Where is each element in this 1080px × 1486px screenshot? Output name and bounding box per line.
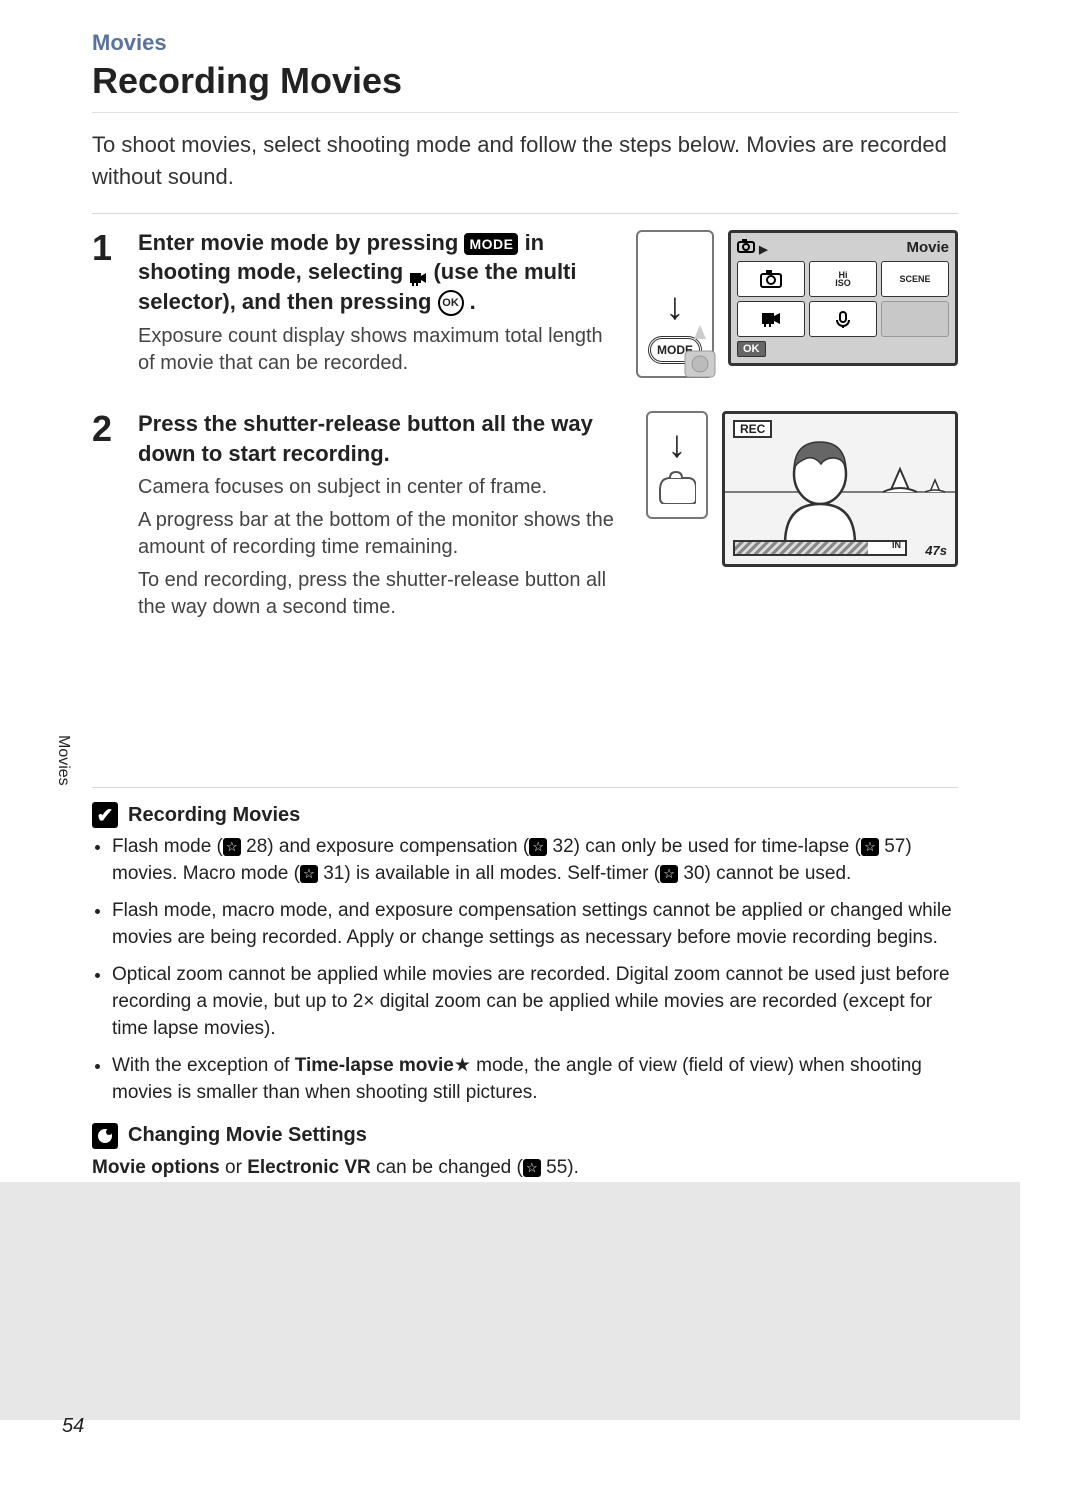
settings-header: Changing Movie Settings	[92, 1123, 958, 1149]
remaining-time: 47s	[925, 543, 947, 558]
breadcrumb: Movies	[92, 30, 958, 56]
camera-silhouette-icon	[681, 323, 719, 383]
down-arrow-icon: ↓	[666, 288, 685, 326]
bold-term: Electronic VR	[247, 1157, 371, 1178]
movie-icon	[409, 265, 427, 283]
ref: 55	[546, 1157, 567, 1178]
ref: 30	[683, 863, 704, 884]
ref: 32	[553, 836, 574, 857]
text: or	[220, 1157, 247, 1178]
text: Flash mode (	[112, 836, 223, 857]
bold-term: Movie options	[92, 1157, 220, 1178]
mode-cell: SCENE	[881, 261, 949, 297]
bold-term: Time-lapse movie	[295, 1055, 454, 1076]
text: ) cannot be used.	[705, 863, 852, 884]
step-number: 2	[92, 409, 120, 627]
page-ref-icon: ☆	[523, 1159, 541, 1177]
side-tab-label: Movies	[54, 735, 72, 786]
text: can be changed (	[371, 1157, 523, 1178]
step-2-title: Press the shutter-release button all the…	[138, 409, 628, 468]
text: Camera focuses on subject in center of f…	[138, 474, 628, 501]
notes-header: ✔ Recording Movies	[92, 802, 958, 828]
page-ref-icon: ☆	[529, 838, 547, 856]
lcd-screen-figure: ▶ Movie HiISO SCENE	[728, 230, 958, 366]
ok-icon: OK	[438, 290, 464, 316]
screen-mode-label: Movie	[906, 239, 949, 256]
down-arrow-icon: ↓	[668, 426, 687, 464]
check-icon: ✔	[92, 802, 118, 828]
text: ) and exposure compensation (	[267, 836, 529, 857]
settings-title: Changing Movie Settings	[128, 1124, 367, 1147]
recording-screen-figure: REC IN	[722, 411, 958, 567]
page-ref-icon: ☆	[861, 838, 879, 856]
camera-icon: ▶	[737, 239, 768, 257]
step-1-desc: Exposure count display shows maximum tot…	[138, 323, 618, 377]
notes-section: ✔ Recording Movies Flash mode (☆ 28) and…	[92, 787, 958, 1181]
finger-icon	[658, 470, 696, 504]
step-1: 1 Enter movie mode by pressing MODE in s…	[92, 228, 958, 383]
mode-cell: HiISO	[809, 261, 877, 297]
mode-icon: MODE	[464, 233, 518, 256]
progress-bar: IN	[733, 540, 907, 556]
page-title: Recording Movies	[92, 60, 958, 102]
settings-text: Movie options or Electronic VR can be ch…	[92, 1155, 958, 1182]
text: ) can only be used for time-lapse (	[574, 836, 861, 857]
ref: 28	[246, 836, 267, 857]
step-2-desc: Camera focuses on subject in center of f…	[138, 474, 628, 621]
text: To end recording, press the shutter-rele…	[138, 567, 628, 621]
ref: 31	[323, 863, 344, 884]
page-ref-icon: ☆	[300, 865, 318, 883]
step-number: 1	[92, 228, 120, 383]
mode-cell	[737, 261, 805, 297]
notes-title: Recording Movies	[128, 804, 300, 827]
step-2: 2 Press the shutter-release button all t…	[92, 409, 958, 627]
text: ).	[567, 1157, 579, 1178]
note-item: Flash mode (☆ 28) and exposure compensat…	[112, 834, 958, 888]
step-1-title: Enter movie mode by pressing MODE in sho…	[138, 228, 618, 317]
ref: 57	[884, 836, 905, 857]
screen-ok-label: OK	[737, 341, 766, 357]
mode-cell-empty	[881, 301, 949, 337]
page-number: 54	[62, 1415, 84, 1438]
text: A progress bar at the bottom of the moni…	[138, 507, 628, 561]
text: Enter movie mode by pressing	[138, 230, 464, 255]
mode-cell	[809, 301, 877, 337]
text: .	[470, 289, 476, 314]
note-item: With the exception of Time-lapse movie★ …	[112, 1053, 958, 1107]
shutter-press-figure: ↓	[646, 411, 708, 519]
text: ) is available in all modes. Self-timer …	[344, 863, 660, 884]
text: With the exception of	[112, 1055, 295, 1076]
note-item: Optical zoom cannot be applied while mov…	[112, 962, 958, 1043]
section-side-tab: Movies	[28, 700, 92, 820]
in-label: IN	[892, 540, 901, 550]
page-ref-icon: ☆	[223, 838, 241, 856]
note-item: Flash mode, macro mode, and exposure com…	[112, 898, 958, 952]
page-ref-icon: ☆	[660, 865, 678, 883]
divider	[92, 112, 958, 113]
mode-cell-movie	[737, 301, 805, 337]
text: Exposure count display shows maximum tot…	[138, 323, 618, 377]
star-icon: ★	[454, 1055, 471, 1076]
intro-text: To shoot movies, select shooting mode an…	[92, 129, 958, 193]
info-icon	[92, 1123, 118, 1149]
